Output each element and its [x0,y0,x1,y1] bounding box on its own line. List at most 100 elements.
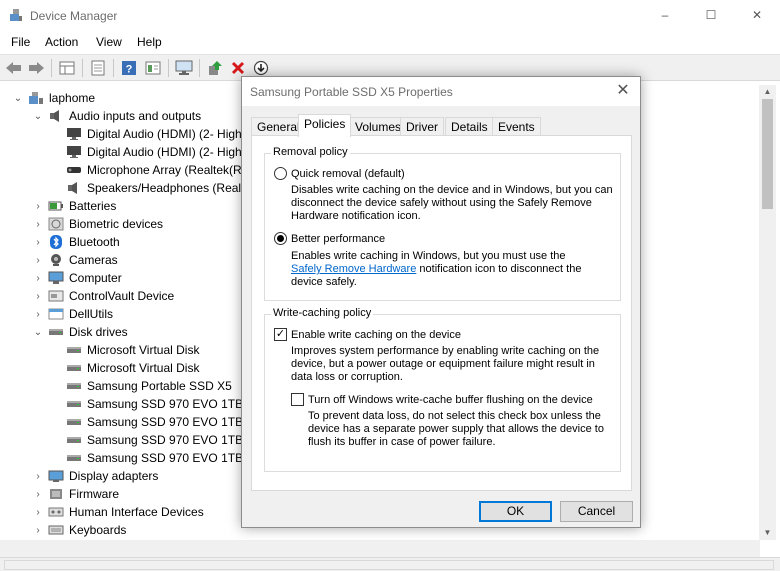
tree-device[interactable]: Speakers/Headphones (Realte [66,179,251,197]
quick-removal-radio[interactable] [274,167,287,180]
tree-category[interactable]: › Computer [32,269,121,287]
expand-chevron-icon[interactable]: › [32,218,44,230]
collapse-chevron-icon[interactable]: ⌄ [32,326,44,338]
tab-driver[interactable]: Driver [400,117,444,136]
dialog-title: Samsung Portable SSD X5 Properties [250,85,453,99]
tree-node-label: Biometric devices [69,217,164,231]
tree-device[interactable]: Samsung SSD 970 EVO 1TB [66,395,243,413]
better-performance-option[interactable]: Better performance [274,232,385,245]
better-performance-radio[interactable] [274,232,287,245]
properties-grid-icon[interactable] [57,58,77,78]
help-icon[interactable]: ? [119,58,139,78]
expand-chevron-icon[interactable]: › [32,470,44,482]
tree-device[interactable]: Digital Audio (HDMI) (2- High [66,143,242,161]
policies-panel: Removal policy Quick removal (default) D… [251,135,632,491]
removal-policy-group: Removal policy Quick removal (default) D… [264,146,621,301]
scroll-down-icon[interactable]: ▼ [759,526,776,540]
ok-button[interactable]: OK [479,501,552,522]
menu-file[interactable]: File [11,35,30,49]
forward-icon[interactable] [26,58,46,78]
tree-category[interactable]: › Batteries [32,197,116,215]
removal-policy-label: Removal policy [271,146,350,158]
list-icon[interactable] [88,58,108,78]
update-driver-icon[interactable] [205,58,225,78]
uninstall-icon[interactable] [228,58,248,78]
tree-category[interactable]: ⌄ Audio inputs and outputs [32,107,201,125]
tree-device[interactable]: Samsung SSD 970 EVO 1TB [66,431,243,449]
expand-chevron-icon[interactable]: › [32,290,44,302]
safely-remove-hardware-link[interactable]: Safely Remove Hardware [291,263,416,275]
tree-category[interactable]: › Display adapters [32,467,158,485]
tab-details[interactable]: Details [445,117,494,136]
back-icon[interactable] [4,58,24,78]
expand-chevron-icon[interactable]: › [32,254,44,266]
quick-removal-description: Disables write caching on the device and… [291,184,613,222]
scan-download-icon[interactable] [251,58,271,78]
maximize-button[interactable]: ☐ [688,0,734,30]
tab-volumes[interactable]: Volumes [349,117,408,136]
close-button[interactable]: ✕ [734,0,780,30]
tree-category[interactable]: › Firmware [32,485,119,503]
collapse-chevron-icon[interactable]: ⌄ [12,92,24,104]
scroll-up-icon[interactable]: ▲ [759,85,776,99]
expand-chevron-icon[interactable]: › [32,524,44,536]
tree-device[interactable]: Microsoft Virtual Disk [66,341,199,359]
expand-chevron-icon[interactable]: › [32,200,44,212]
enable-write-caching-option[interactable]: ✓ Enable write caching on the device [274,328,461,341]
turn-off-flushing-checkbox[interactable] [291,393,304,406]
tree-node-label: Batteries [69,199,117,213]
enable-write-caching-label: Enable write caching on the device [291,328,461,341]
menu-help[interactable]: Help [137,35,162,49]
tree-node-label: ControlVault Device [69,289,175,303]
expand-chevron-icon[interactable]: › [32,488,44,500]
tree-node-label: Human Interface Devices [69,505,204,519]
tab-policies[interactable]: Policies [298,114,352,137]
vertical-scrollbar[interactable]: ▲ ▼ [759,85,776,540]
microphone-icon [67,167,81,173]
tree-node-label: Speakers/Headphones (Realte [87,181,252,195]
tab-events[interactable]: Events [492,117,541,136]
expand-chevron-icon[interactable]: › [32,236,44,248]
speaker-icon [68,182,77,194]
scroll-thumb[interactable] [762,99,773,209]
tree-root[interactable]: ⌄ laphome [12,89,95,107]
cancel-button[interactable]: Cancel [560,501,633,522]
minimize-button[interactable]: – [642,0,688,30]
expand-chevron-icon[interactable]: › [32,272,44,284]
menu-action[interactable]: Action [45,35,78,49]
enable-write-caching-checkbox[interactable]: ✓ [274,328,287,341]
quick-removal-label: Quick removal (default) [291,167,405,180]
tree-category[interactable]: › Human Interface Devices [32,503,204,521]
toolbar-separator [168,59,169,77]
device-manager-icon [10,9,22,21]
tree-category[interactable]: › Bluetooth [32,233,120,251]
dialog-close-icon[interactable]: ✕ [614,82,632,100]
quick-removal-option[interactable]: Quick removal (default) [274,167,405,180]
expand-chevron-icon[interactable]: › [32,308,44,320]
expand-chevron-icon[interactable]: › [32,506,44,518]
tree-category[interactable]: › ControlVault Device [32,287,174,305]
tree-category[interactable]: › DellUtils [32,305,113,323]
tree-device[interactable]: Microphone Array (Realtek(R) [66,161,246,179]
tree-root-label: laphome [49,91,96,105]
menu-view[interactable]: View [96,35,122,49]
tree-category[interactable]: › Keyboards [32,521,126,539]
turn-off-flushing-option[interactable]: Turn off Windows write-cache buffer flus… [291,393,593,406]
toolbar-separator [51,59,52,77]
tree-device[interactable]: Microsoft Virtual Disk [66,359,199,377]
monitor-icon[interactable] [174,58,194,78]
horizontal-scrollbar[interactable] [0,540,760,557]
panel-icon[interactable] [143,58,163,78]
tree-device[interactable]: Samsung SSD 970 EVO 1TB [66,413,243,431]
tree-device[interactable]: Samsung SSD 970 EVO 1TB [66,449,243,467]
tree-category[interactable]: › Biometric devices [32,215,163,233]
tree-device[interactable]: Digital Audio (HDMI) (2- High [66,125,242,143]
collapse-chevron-icon[interactable]: ⌄ [32,110,44,122]
tree-node-label: Digital Audio (HDMI) (2- High [87,145,242,159]
tree-device[interactable]: Samsung Portable SSD X5 [66,377,232,395]
write-caching-group: Write-caching policy ✓ Enable write cach… [264,307,621,472]
tree-category[interactable]: › Cameras [32,251,117,269]
display-icon [48,470,64,482]
menu-bar: File Action View Help [0,31,780,53]
tree-category[interactable]: ⌄ Disk drives [32,323,128,341]
